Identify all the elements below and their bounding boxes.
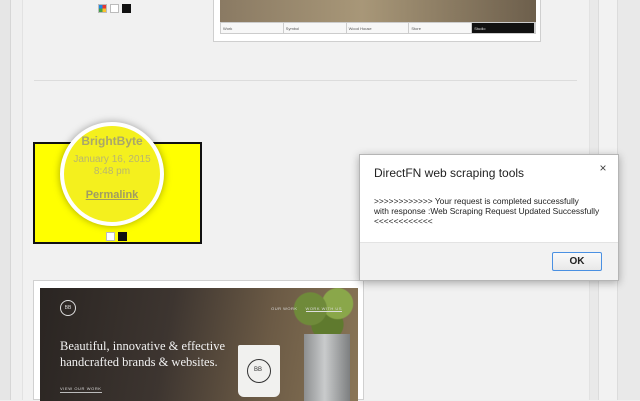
view-work-link[interactable]: VIEW OUR WORK bbox=[60, 386, 102, 393]
section-divider bbox=[34, 80, 577, 81]
dialog-footer: OK bbox=[360, 242, 618, 280]
top-card-nav-item: Store bbox=[409, 23, 473, 33]
bottom-preview-card[interactable]: BB OUR WORK WORK WITH US Beautiful, inno… bbox=[33, 280, 364, 401]
plant-pot-image bbox=[304, 334, 350, 401]
brand-logo: BB bbox=[60, 300, 76, 316]
color-swatches-top bbox=[98, 4, 131, 13]
hero-image: BB OUR WORK WORK WITH US Beautiful, inno… bbox=[40, 288, 358, 401]
hero-nav-link[interactable]: OUR WORK bbox=[271, 306, 297, 312]
cup-logo: BB bbox=[254, 367, 263, 373]
ok-button[interactable]: OK bbox=[552, 252, 602, 271]
top-card-nav-item: Work bbox=[221, 23, 284, 33]
alert-dialog: DirectFN web scraping tools × >>>>>>>>>>… bbox=[359, 154, 619, 281]
left-scroll-rail bbox=[0, 0, 11, 400]
hero-headline: Beautiful, innovative & effective handcr… bbox=[60, 339, 225, 369]
top-card-photo bbox=[220, 0, 536, 22]
plant-image bbox=[290, 288, 358, 340]
magnifier-lens: BrightByte January 16, 2015 8:48 pm Perm… bbox=[60, 122, 164, 226]
card-date: January 16, 2015 8:48 pm bbox=[73, 154, 151, 177]
top-card-nav-item: Wood House bbox=[347, 23, 410, 33]
black-swatch-icon[interactable] bbox=[122, 4, 131, 13]
color-swatch-icon[interactable] bbox=[98, 4, 107, 13]
top-card-nav-item: Studio bbox=[472, 23, 535, 33]
dialog-title: DirectFN web scraping tools bbox=[374, 166, 525, 180]
color-swatches-middle bbox=[106, 232, 127, 241]
card-brand: BrightByte bbox=[81, 134, 143, 148]
white-swatch-icon[interactable] bbox=[110, 4, 119, 13]
top-card-nav: Work Symbol Wood House Store Studio bbox=[220, 22, 536, 34]
top-preview-card[interactable]: Work Symbol Wood House Store Studio bbox=[213, 0, 541, 42]
hero-nav-link[interactable]: WORK WITH US bbox=[305, 306, 342, 312]
permalink-link[interactable]: Permalink bbox=[64, 189, 160, 201]
close-icon[interactable]: × bbox=[596, 161, 610, 175]
coffee-cup-image: BB bbox=[238, 345, 280, 397]
hero-nav: OUR WORK WORK WITH US bbox=[271, 306, 342, 312]
top-card-nav-item: Symbol bbox=[284, 23, 347, 33]
dialog-message: >>>>>>>>>>>> Your request is completed s… bbox=[374, 196, 600, 226]
white-swatch-icon[interactable] bbox=[106, 232, 115, 241]
black-swatch-icon[interactable] bbox=[118, 232, 127, 241]
